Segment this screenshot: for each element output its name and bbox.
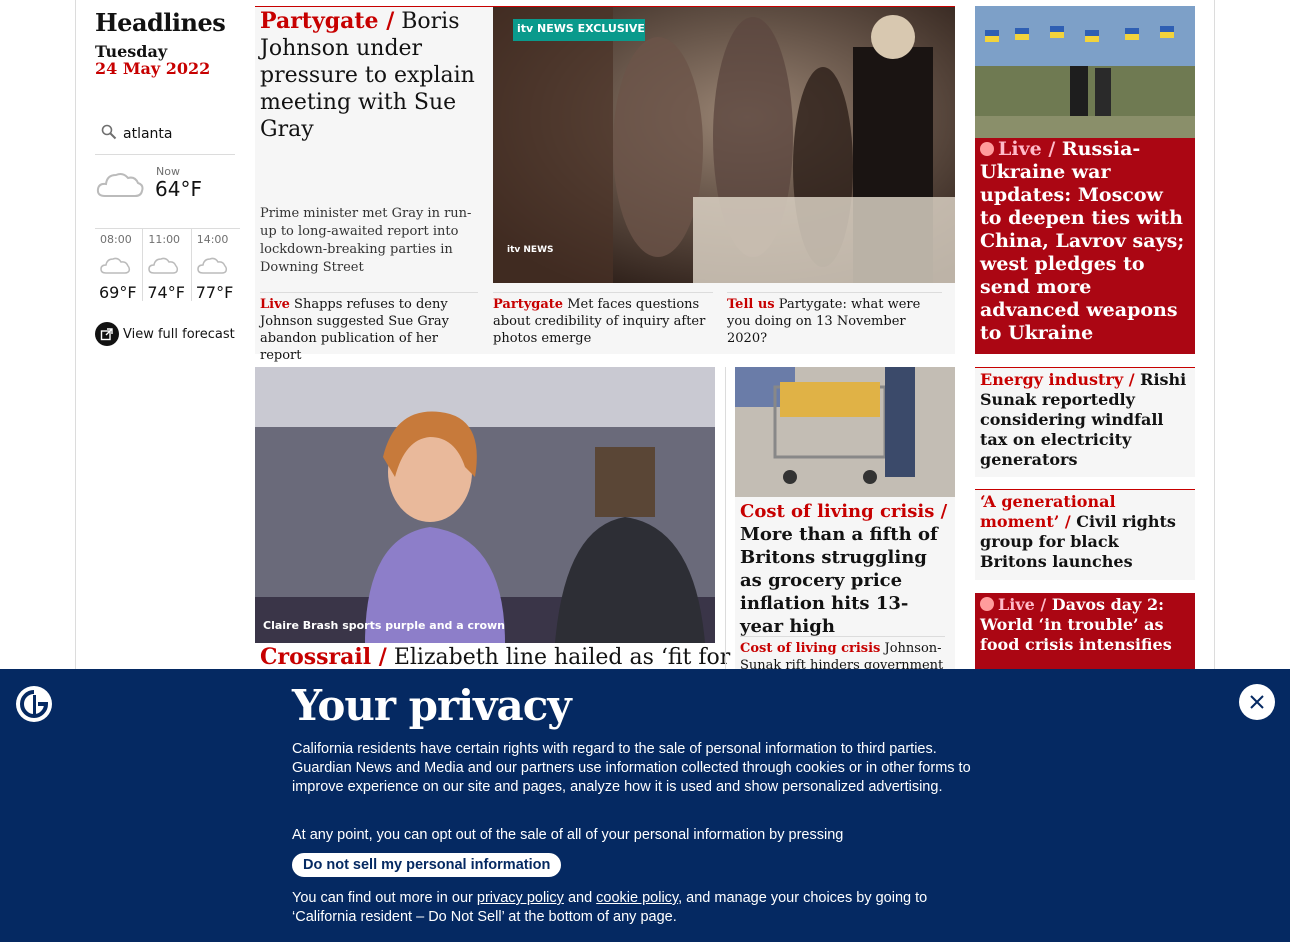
column-divider — [725, 367, 726, 677]
live-story-image[interactable] — [975, 6, 1195, 138]
hourly-forecast: 08:00 69°F 11:00 74°F 14:00 77°F — [95, 228, 240, 302]
guardian-logo-icon — [16, 686, 52, 722]
top-story-image[interactable]: itv NEWS EXCLUSIVE itv NEWS — [493, 7, 955, 283]
forecast-time: 14:00 — [196, 233, 229, 246]
cookie-policy-link[interactable]: cookie policy — [596, 890, 678, 906]
live-pulse-icon — [980, 597, 994, 611]
privacy-text-and: and — [567, 890, 593, 906]
cloud-icon — [196, 257, 227, 274]
weather-location-search[interactable]: atlanta — [95, 118, 235, 155]
live-kicker: Live / — [998, 595, 1047, 614]
sublink-kicker: Live — [260, 297, 290, 312]
privacy-text-a: You can find out more in our — [292, 890, 473, 906]
sublink[interactable]: Live Shapps refuses to deny Johnson sugg… — [260, 292, 478, 364]
search-icon — [101, 124, 117, 140]
crossrail-headline[interactable]: Crossrail / Elizabeth line hailed as ‘fi… — [260, 643, 730, 672]
sublink[interactable]: Tell us Partygate: what were you doing o… — [727, 292, 942, 347]
search-input[interactable]: atlanta — [123, 126, 172, 142]
top-story-standfirst: Prime minister met Gray in run-up to lon… — [260, 206, 472, 275]
forecast-temp: 77°F — [195, 283, 234, 302]
sublink[interactable]: Partygate Met faces questions about cred… — [493, 292, 713, 347]
view-full-forecast-link[interactable]: View full forecast — [95, 322, 235, 346]
weather-now-temp: 64°F — [155, 177, 202, 201]
cloud-icon — [100, 257, 131, 274]
cloud-icon — [148, 257, 179, 274]
top-story-kicker: Partygate / — [260, 8, 395, 34]
top-story-headline[interactable]: Partygate / Boris Johnson under pressure… — [260, 8, 485, 143]
do-not-sell-button[interactable]: Do not sell my personal information — [292, 853, 562, 877]
live-story-headline[interactable]: Live / Russia-Ukraine war updates: Mosco… — [980, 138, 1190, 345]
civil-rights-story[interactable]: ‘A generational moment’ / Civil rights g… — [975, 489, 1195, 580]
privacy-paragraph-1: California residents have certain rights… — [292, 741, 971, 795]
forecast-temp: 74°F — [147, 283, 185, 302]
forecast-item: 14:00 77°F — [192, 229, 240, 302]
forecast-item: 08:00 69°F — [95, 229, 144, 302]
forecast-item: 11:00 74°F — [143, 229, 192, 302]
shopping-trolley-image[interactable] — [735, 367, 955, 497]
itv-watermark: itv NEWS — [507, 245, 554, 255]
privacy-banner: Your privacy California residents have c… — [0, 669, 1290, 942]
forecast-time: 08:00 — [100, 233, 132, 246]
cost-of-living-kicker: Cost of living crisis / — [740, 501, 948, 522]
date-full: 24 May 2022 — [95, 59, 211, 78]
sublink-kicker: Cost of living crisis — [740, 641, 881, 656]
privacy-policy-link[interactable]: privacy policy — [477, 890, 564, 906]
privacy-paragraph-2: At any point, you can opt out of the sal… — [292, 827, 844, 843]
privacy-paragraph-3: You can find out more in our privacy pol… — [292, 889, 992, 927]
live-kicker: Live / — [998, 138, 1056, 160]
close-banner-button[interactable] — [1239, 684, 1275, 720]
live-story-title: Russia-Ukraine war updates: Moscow to de… — [980, 138, 1185, 344]
forecast-time: 11:00 — [148, 233, 181, 246]
page-title: Headlines — [95, 8, 226, 37]
live-pulse-icon — [980, 142, 994, 156]
sublink-kicker: Partygate — [493, 297, 564, 312]
cost-of-living-headline[interactable]: Cost of living crisis / More than a fift… — [740, 500, 950, 638]
image-caption: Claire Brash sports purple and a crown — [263, 619, 505, 632]
crossrail-title: Elizabeth line hailed as ‘fit for — [393, 645, 731, 670]
crossrail-image[interactable] — [255, 367, 715, 643]
side-story-kicker: Energy industry / — [980, 370, 1135, 389]
energy-story[interactable]: Energy industry / Rishi Sunak reportedly… — [975, 367, 1195, 477]
privacy-title: Your privacy — [292, 681, 572, 730]
close-icon — [1250, 695, 1264, 709]
crossrail-kicker: Crossrail / — [260, 644, 387, 670]
cost-of-living-title: More than a fifth of Britons struggling … — [740, 524, 938, 637]
external-link-icon — [95, 322, 119, 346]
forecast-temp: 69°F — [99, 283, 137, 302]
sublink-kicker: Tell us — [727, 297, 775, 312]
itv-exclusive-badge: itv NEWS EXCLUSIVE — [517, 22, 645, 35]
view-full-forecast-label: View full forecast — [123, 326, 235, 342]
cloud-icon — [96, 173, 144, 197]
